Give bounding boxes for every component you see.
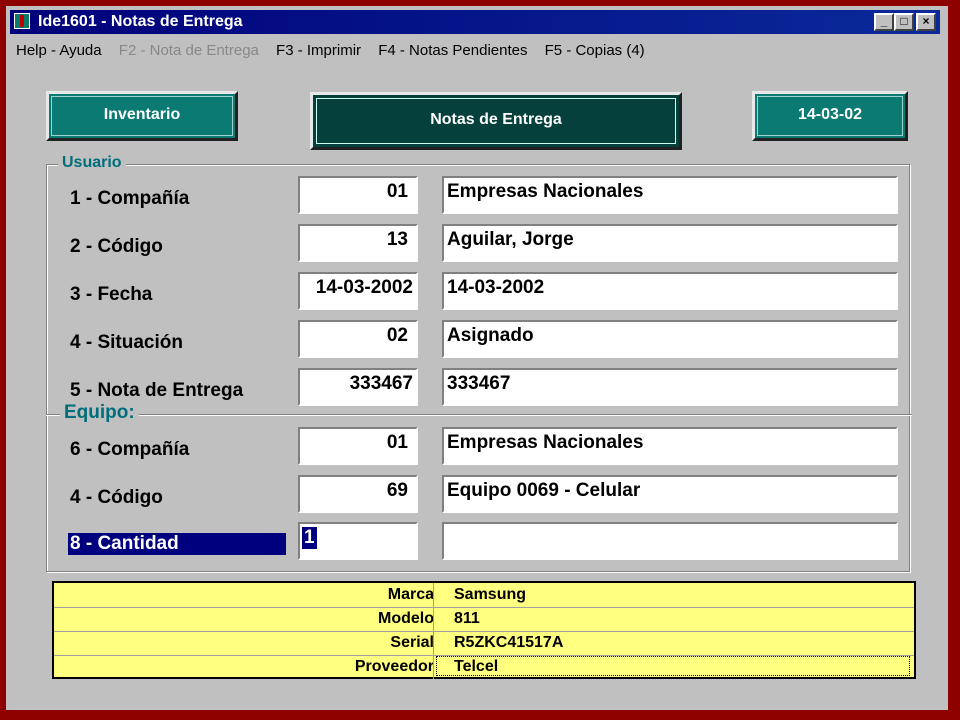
date-button-frame (757, 96, 903, 136)
equipo-compania-code-field[interactable]: 01 (298, 427, 418, 465)
app-icon[interactable] (14, 13, 30, 29)
notas-de-entrega-title: Notas de Entrega (310, 92, 682, 150)
equipo-compania-code-value: 01 (386, 432, 408, 453)
compania-desc-field[interactable]: Empresas Nacionales (442, 176, 898, 214)
detail-key-serial: Serial (390, 634, 434, 651)
equipo-group-label: Equipo: (60, 402, 139, 424)
inventario-button-frame (51, 96, 233, 136)
minimize-button[interactable]: _ (874, 13, 894, 31)
detail-separator (433, 583, 434, 607)
menu-copias[interactable]: F5 - Copias (4) (545, 42, 645, 59)
detail-row-proveedor[interactable]: Proveedor Telcel (54, 655, 914, 679)
codigo-code-value: 13 (386, 229, 408, 250)
title-bar[interactable]: Ide1601 - Notas de Entrega _ □ × (10, 10, 940, 34)
maximize-button[interactable]: □ (894, 13, 914, 31)
menu-imprimir[interactable]: F3 - Imprimir (276, 42, 361, 59)
fecha-code-field[interactable]: 14-03-2002 (298, 272, 418, 310)
label-equipo-codigo: 4 - Código (70, 487, 163, 508)
cantidad-value: 1 (302, 527, 317, 549)
compania-desc-value: Empresas Nacionales (447, 181, 644, 202)
menu-bar: Help - Ayuda F2 - Nota de Entrega F3 - I… (16, 42, 658, 64)
label-codigo: 2 - Código (70, 236, 163, 257)
usuario-group-label: Usuario (58, 154, 126, 172)
cantidad-input[interactable]: 1 (298, 522, 418, 560)
label-equipo-compania: 6 - Compañía (70, 439, 190, 460)
equipo-codigo-code-field[interactable]: 69 (298, 475, 418, 513)
label-fecha: 3 - Fecha (70, 284, 153, 305)
menu-nota-de-entrega[interactable]: F2 - Nota de Entrega (119, 42, 259, 59)
fecha-desc-value: 14-03-2002 (447, 277, 545, 298)
detail-key-modelo: Modelo (378, 610, 434, 627)
situacion-code-value: 02 (386, 325, 408, 346)
menu-help[interactable]: Help - Ayuda (16, 42, 102, 59)
label-situacion: 4 - Situación (70, 332, 183, 353)
detail-separator (433, 607, 434, 631)
detail-value-marca: Samsung (454, 586, 527, 603)
detail-value-modelo: 811 (454, 610, 480, 627)
nota-desc-value: 333467 (447, 373, 511, 394)
close-button[interactable]: × (916, 13, 936, 31)
equipo-compania-desc-value: Empresas Nacionales (447, 432, 644, 453)
equipo-compania-desc-field[interactable]: Empresas Nacionales (442, 427, 898, 465)
fecha-desc-field[interactable]: 14-03-2002 (442, 272, 898, 310)
nota-desc-field[interactable]: 333467 (442, 368, 898, 406)
detail-key-proveedor: Proveedor (354, 658, 434, 675)
cantidad-desc-field[interactable] (442, 522, 898, 560)
detail-row-modelo[interactable]: Modelo 811 (54, 607, 914, 632)
label-cantidad: 8 - Cantidad (68, 533, 286, 555)
equipo-codigo-code-value: 69 (386, 480, 408, 501)
equipo-codigo-desc-value: Equipo 0069 - Celular (447, 480, 641, 501)
date-button[interactable]: 14-03-02 (752, 91, 908, 141)
equipo-codigo-desc-field[interactable]: Equipo 0069 - Celular (442, 475, 898, 513)
equipment-details-panel: Marca Samsung Modelo 811 Serial R5ZKC415… (52, 581, 916, 679)
detail-key-marca: Marca (387, 586, 434, 603)
detail-value-proveedor: Telcel (454, 658, 499, 675)
app-window: Ide1601 - Notas de Entrega _ □ × Help - … (6, 6, 948, 710)
detail-row-marca[interactable]: Marca Samsung (54, 583, 914, 608)
detail-value-serial: R5ZKC41517A (454, 634, 564, 651)
detail-separator (433, 631, 434, 655)
situacion-desc-field[interactable]: Asignado (442, 320, 898, 358)
detail-separator (433, 655, 434, 679)
section-divider (46, 414, 912, 416)
nota-code-value: 333467 (349, 373, 413, 394)
label-nota-de-entrega: 5 - Nota de Entrega (70, 380, 244, 401)
nota-code-field[interactable]: 333467 (298, 368, 418, 406)
focus-rectangle (436, 656, 910, 676)
codigo-code-field[interactable]: 13 (298, 224, 418, 262)
detail-row-serial[interactable]: Serial R5ZKC41517A (54, 631, 914, 656)
situacion-desc-value: Asignado (447, 325, 534, 346)
label-compania: 1 - Compañía (70, 188, 190, 209)
menu-notas-pendientes[interactable]: F4 - Notas Pendientes (378, 42, 527, 59)
window-title: Ide1601 - Notas de Entrega (38, 13, 243, 30)
codigo-desc-value: Aguilar, Jorge (447, 229, 574, 250)
compania-code-value: 01 (386, 181, 408, 202)
fecha-code-value: 14-03-2002 (315, 277, 413, 298)
inventario-button[interactable]: Inventario (46, 91, 238, 141)
situacion-code-field[interactable]: 02 (298, 320, 418, 358)
compania-code-field[interactable]: 01 (298, 176, 418, 214)
codigo-desc-field[interactable]: Aguilar, Jorge (442, 224, 898, 262)
title-frame (316, 98, 676, 144)
